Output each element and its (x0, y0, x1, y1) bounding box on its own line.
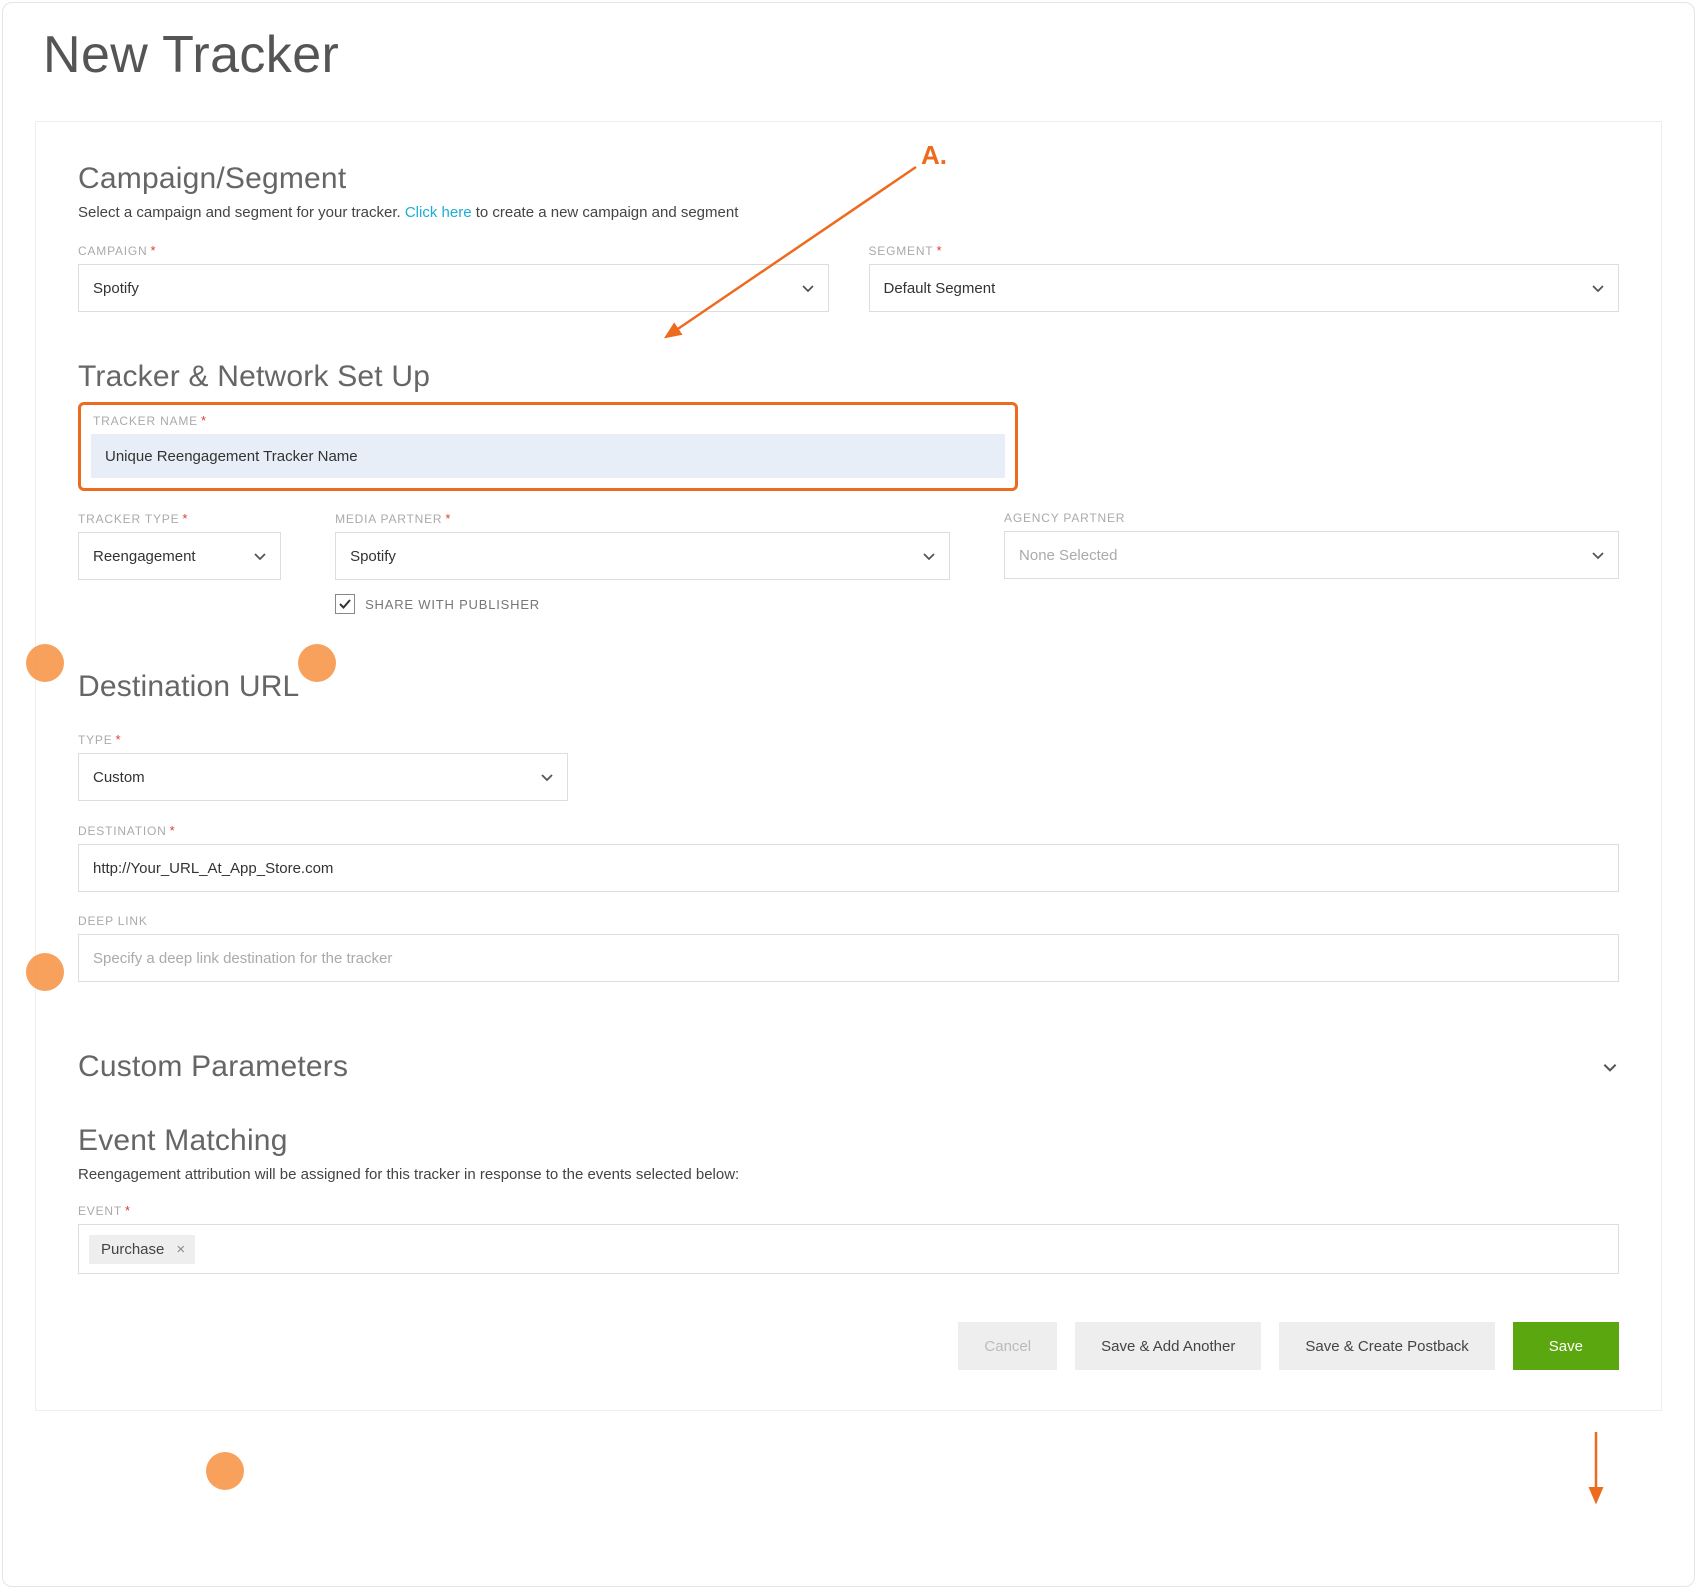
chevron-down-icon (1601, 1058, 1619, 1076)
dest-type-select[interactable]: Custom (78, 753, 568, 801)
annotation-dot (26, 644, 64, 682)
campaign-subtext-prefix: Select a campaign and segment for your t… (78, 204, 405, 221)
share-publisher-checkbox[interactable] (335, 594, 355, 614)
section-heading-campaign: Campaign/Segment (78, 162, 1619, 196)
chevron-down-icon (252, 548, 268, 564)
agency-partner-label: AGENCY PARTNER (1004, 511, 1619, 525)
chevron-down-icon (1590, 547, 1606, 563)
section-heading-destination: Destination URL (78, 670, 1619, 704)
dest-type-label: TYPE* (78, 732, 568, 747)
page-title: New Tracker (3, 3, 1694, 85)
event-chip-label: Purchase (101, 1241, 164, 1258)
deeplink-input[interactable] (78, 934, 1619, 982)
tracker-name-highlight-box: TRACKER NAME* (78, 402, 1018, 491)
media-partner-value: Spotify (350, 548, 396, 565)
cancel-button[interactable]: Cancel (958, 1322, 1057, 1370)
event-chip: Purchase × (89, 1235, 195, 1264)
chevron-down-icon (539, 769, 555, 785)
event-matching-subtext: Reengagement attribution will be assigne… (78, 1166, 1619, 1183)
event-chip-input[interactable]: Purchase × (78, 1224, 1619, 1274)
annotation-dot (26, 953, 64, 991)
button-bar: Cancel Save & Add Another Save & Create … (78, 1322, 1619, 1370)
agency-partner-value: None Selected (1019, 547, 1117, 564)
campaign-label: CAMPAIGN* (78, 243, 829, 258)
create-campaign-link[interactable]: Click here (405, 204, 472, 221)
deeplink-label: DEEP LINK (78, 914, 1619, 928)
section-heading-custom-params: Custom Parameters (78, 1050, 348, 1084)
agency-partner-select[interactable]: None Selected (1004, 531, 1619, 579)
tracker-type-select[interactable]: Reengagement (78, 532, 281, 580)
form-panel: A. (35, 121, 1662, 1411)
save-add-another-button[interactable]: Save & Add Another (1075, 1322, 1261, 1370)
segment-value: Default Segment (884, 280, 996, 297)
segment-label: SEGMENT* (869, 243, 1620, 258)
segment-select[interactable]: Default Segment (869, 264, 1620, 312)
tracker-type-label: TRACKER TYPE* (78, 511, 281, 526)
media-partner-label: MEDIA PARTNER* (335, 511, 950, 526)
destination-input[interactable] (78, 844, 1619, 892)
chip-remove-icon[interactable]: × (172, 1241, 189, 1258)
event-label: EVENT* (78, 1203, 1619, 1218)
chevron-down-icon (800, 280, 816, 296)
tracker-name-input[interactable] (91, 434, 1005, 478)
section-heading-tracker: Tracker & Network Set Up (78, 360, 1619, 394)
chevron-down-icon (1590, 280, 1606, 296)
save-create-postback-button[interactable]: Save & Create Postback (1279, 1322, 1494, 1370)
media-partner-select[interactable]: Spotify (335, 532, 950, 580)
campaign-value: Spotify (93, 280, 139, 297)
dest-type-value: Custom (93, 769, 145, 786)
campaign-subtext-suffix: to create a new campaign and segment (472, 204, 739, 221)
campaign-select[interactable]: Spotify (78, 264, 829, 312)
custom-parameters-toggle[interactable]: Custom Parameters (78, 1050, 1619, 1084)
section-heading-event-matching: Event Matching (78, 1124, 1619, 1158)
tracker-type-value: Reengagement (93, 548, 196, 565)
destination-label: DESTINATION* (78, 823, 1619, 838)
tracker-name-label: TRACKER NAME* (93, 413, 1005, 428)
share-publisher-label: SHARE WITH PUBLISHER (365, 597, 540, 612)
annotation-dot (206, 1452, 244, 1490)
save-button[interactable]: Save (1513, 1322, 1619, 1370)
chevron-down-icon (921, 548, 937, 564)
campaign-subtext: Select a campaign and segment for your t… (78, 204, 1619, 221)
